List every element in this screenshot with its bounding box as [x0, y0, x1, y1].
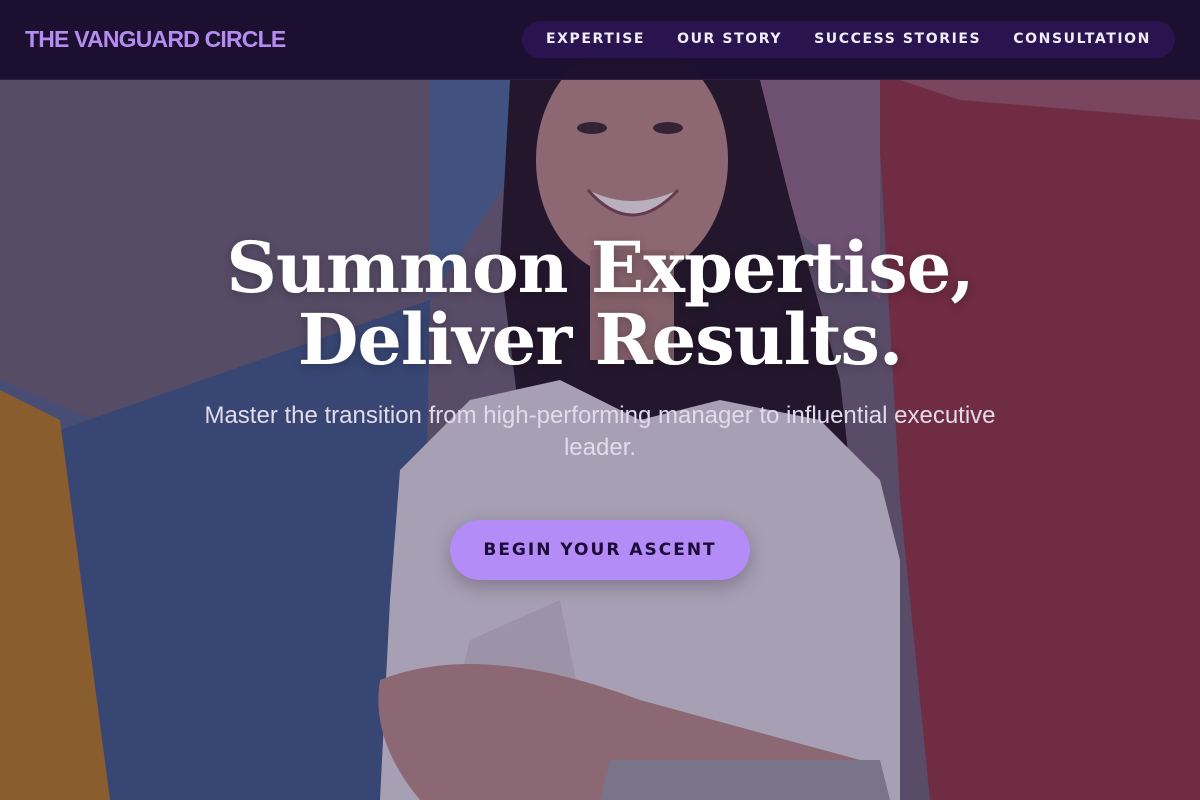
hero-subheadline: Master the transition from high-performi… [204, 402, 996, 461]
nav-link-our-story[interactable]: OUR STORY [661, 21, 798, 58]
nav-link-consultation[interactable]: CONSULTATION [997, 21, 1167, 58]
nav-link-expertise[interactable]: EXPERTISE [530, 21, 661, 58]
headline-line-2: Deliver Results. [297, 298, 904, 381]
headline-line-1: Summon Expertise, [226, 226, 974, 309]
hero-headline: Summon Expertise, Deliver Results. [0, 232, 1200, 376]
begin-ascent-button[interactable]: BEGIN YOUR ASCENT [450, 520, 750, 580]
hero-section: Summon Expertise, Deliver Results. Maste… [0, 0, 1200, 800]
nav-link-success-stories[interactable]: SUCCESS STORIES [798, 21, 997, 58]
nav-links: EXPERTISE OUR STORY SUCCESS STORIES CONS… [521, 21, 1175, 58]
hero-content: Summon Expertise, Deliver Results. Maste… [0, 232, 1200, 580]
top-navbar: THE VANGUARD CIRCLE EXPERTISE OUR STORY … [0, 0, 1200, 80]
brand-logo[interactable]: THE VANGUARD CIRCLE [25, 26, 286, 53]
